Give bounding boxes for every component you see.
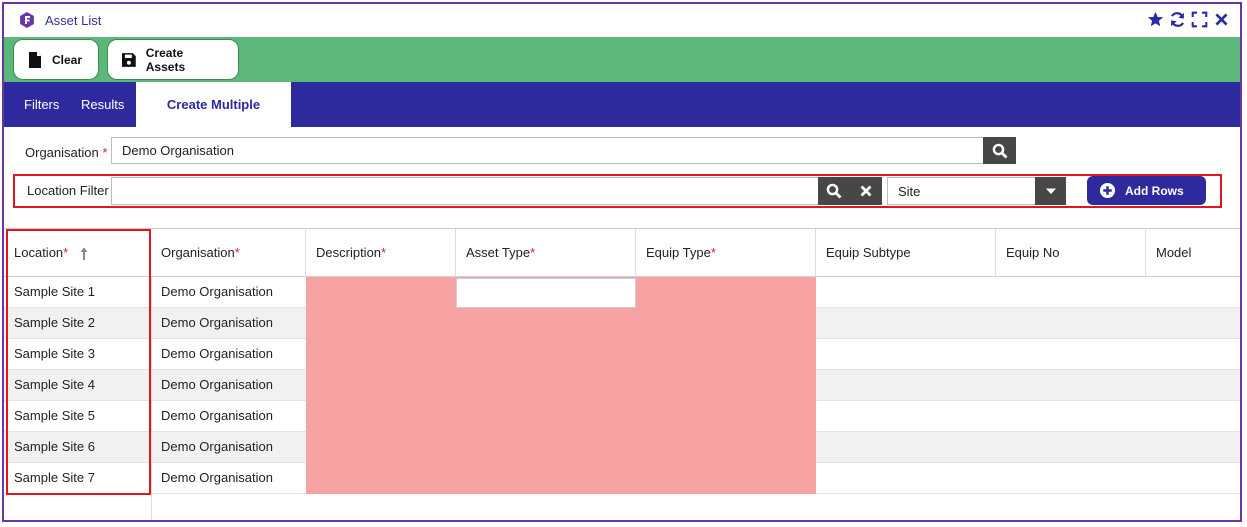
location-column-highlight	[6, 229, 151, 495]
organisation-search-button[interactable]	[983, 137, 1016, 164]
column-divider	[151, 277, 152, 520]
tab-create-multiple-assets[interactable]: Create Multiple Assets	[136, 82, 291, 157]
column-header-label: Organisation	[161, 245, 235, 260]
star-icon[interactable]	[1147, 11, 1164, 28]
search-icon	[826, 183, 841, 199]
organisation-input-value: Demo Organisation	[122, 143, 234, 158]
required-marker: *	[530, 245, 536, 260]
organisation-cell[interactable]: Demo Organisation	[151, 277, 306, 307]
window-title: Asset List	[45, 13, 102, 28]
window-controls	[1147, 11, 1230, 28]
column-header-label: Equip No	[1006, 245, 1060, 260]
organisation-field-label: Organisation *	[25, 145, 107, 160]
column-header-asset-type[interactable]: Asset Type*	[456, 229, 636, 277]
column-header-label: Equip Subtype	[826, 245, 911, 260]
location-filter-input[interactable]	[111, 177, 819, 205]
app-logo-icon	[20, 12, 34, 28]
tab-results[interactable]: Results	[71, 82, 134, 127]
clear-button[interactable]: Clear	[16, 42, 96, 77]
column-header-label: Description	[316, 245, 382, 260]
organisation-cell[interactable]: Demo Organisation	[151, 401, 306, 431]
location-filter-label: Location Filter	[27, 183, 109, 198]
level-select[interactable]: Site	[887, 177, 1036, 205]
organisation-input[interactable]: Demo Organisation	[111, 137, 984, 164]
tab-bar: Filters Results Create Multiple Assets	[4, 82, 1240, 157]
column-header-equip-type[interactable]: Equip Type*	[636, 229, 816, 277]
required-marker: *	[381, 245, 387, 260]
column-header-equip-no[interactable]: Equip No	[996, 229, 1146, 277]
plus-circle-icon	[1099, 182, 1116, 199]
column-header-label: Model	[1156, 245, 1192, 260]
search-icon	[992, 143, 1007, 158]
required-cells-highlight[interactable]	[306, 277, 816, 494]
column-header-model[interactable]: Model	[1146, 229, 1240, 277]
level-select-dropdown-button[interactable]	[1035, 177, 1066, 205]
organisation-cell[interactable]: Demo Organisation	[151, 339, 306, 369]
location-filter-clear-button[interactable]	[849, 177, 882, 205]
toolbar: Clear Create Assets	[4, 37, 1240, 82]
organisation-cell[interactable]: Demo Organisation	[151, 370, 306, 400]
organisation-cell[interactable]: Demo Organisation	[151, 432, 306, 462]
close-icon[interactable]	[1213, 11, 1230, 28]
organisation-cell[interactable]: Demo Organisation	[151, 463, 306, 493]
required-marker: *	[710, 245, 716, 260]
document-icon	[29, 51, 41, 68]
clear-icon	[860, 185, 871, 197]
column-header-organisation[interactable]: Organisation*	[151, 229, 306, 277]
clear-button-label: Clear	[52, 52, 83, 67]
required-marker: *	[234, 245, 240, 260]
column-header-description[interactable]: Description*	[306, 229, 456, 277]
caret-down-icon	[1045, 188, 1056, 194]
add-rows-button[interactable]: Add Rows	[1087, 176, 1206, 205]
add-rows-label: Add Rows	[1125, 183, 1184, 198]
asset-type-edit-cell[interactable]	[456, 278, 636, 308]
create-assets-button-label: Create Assets	[145, 45, 186, 74]
organisation-label-text: Organisation	[25, 145, 99, 160]
location-filter-search-button[interactable]	[818, 177, 849, 205]
expand-icon[interactable]	[1191, 11, 1208, 28]
column-header-label: Asset Type	[466, 245, 531, 260]
save-icon	[122, 52, 136, 67]
asset-list-window: Asset List Clear Create Assets Filters R…	[2, 2, 1242, 522]
column-header-equip-subtype[interactable]: Equip Subtype	[816, 229, 996, 277]
required-marker: *	[102, 145, 108, 160]
create-assets-button[interactable]: Create Assets	[110, 42, 236, 77]
organisation-cell[interactable]: Demo Organisation	[151, 308, 306, 338]
tab-filters[interactable]: Filters	[14, 82, 69, 127]
level-select-value: Site	[898, 183, 921, 199]
refresh-icon[interactable]	[1169, 11, 1186, 28]
assets-grid: Location* Organisation* Description* Ass…	[4, 228, 1240, 520]
title-bar: Asset List	[4, 4, 1240, 37]
column-header-label: Equip Type	[646, 245, 711, 260]
